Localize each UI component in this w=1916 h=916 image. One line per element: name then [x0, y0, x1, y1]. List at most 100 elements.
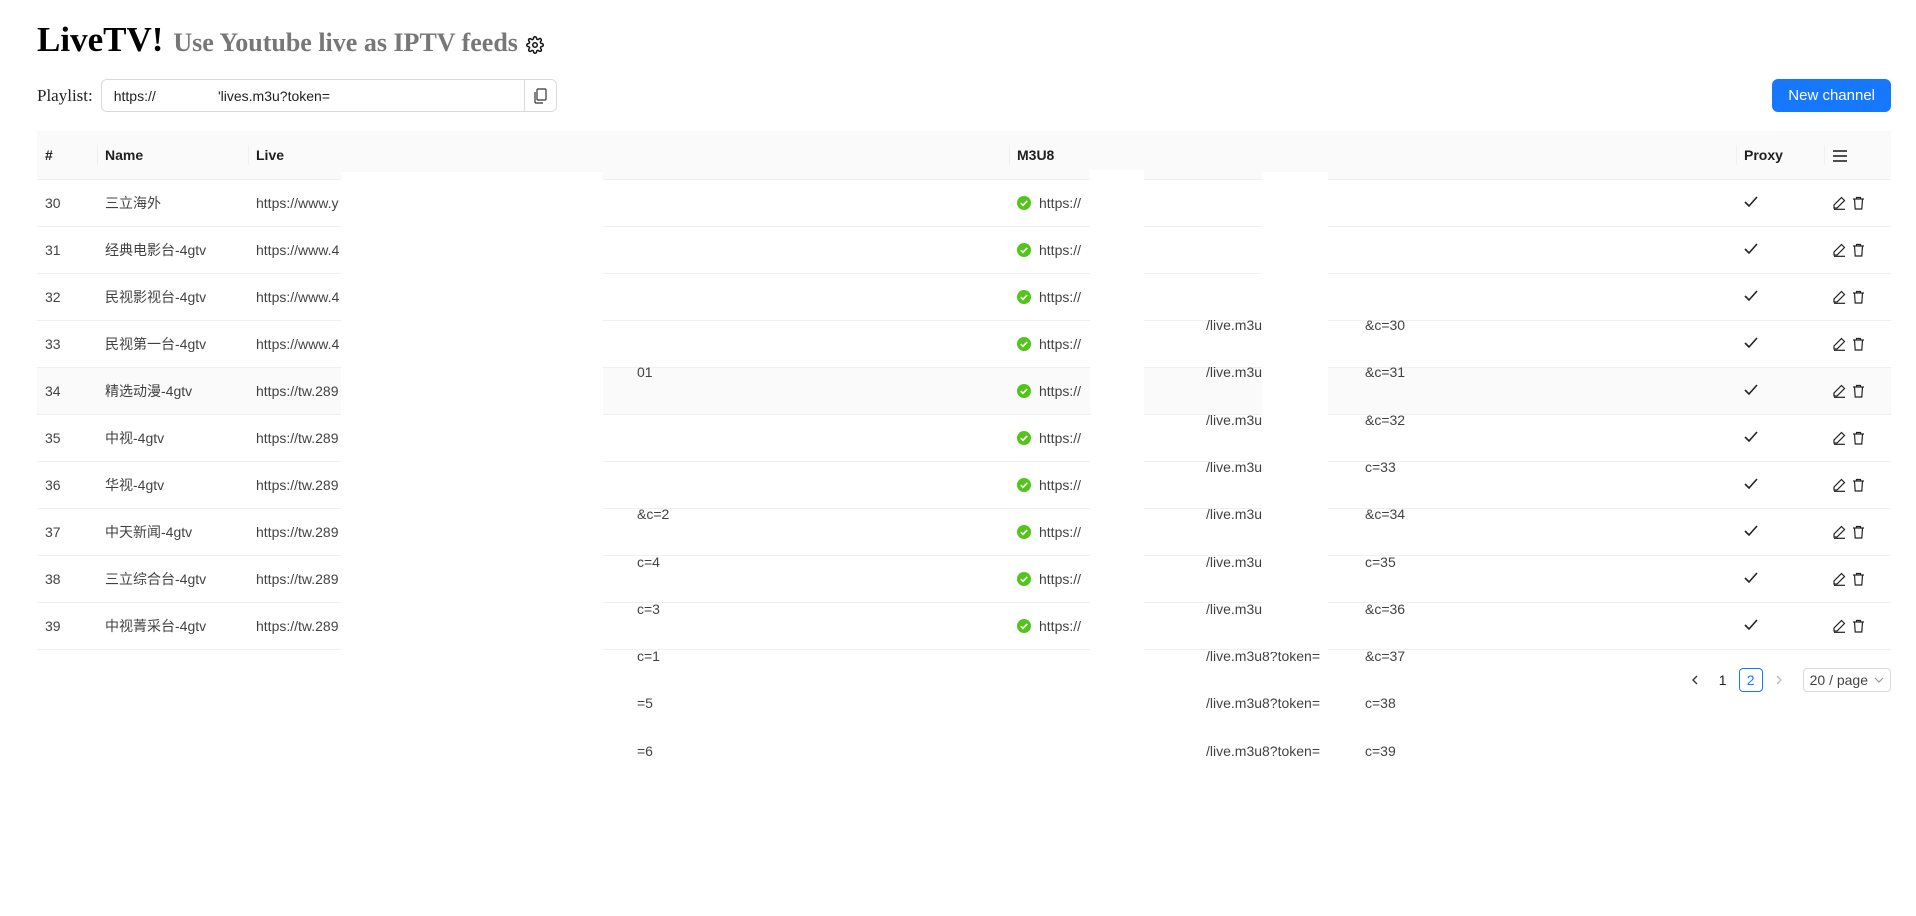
row-live-url: https://tw.289: [256, 430, 339, 446]
page-header: LiveTV! Use Youtube live as IPTV feeds: [37, 18, 544, 62]
menu-icon[interactable]: [1832, 149, 1848, 163]
row-live-url: https://tw.289: [256, 524, 339, 540]
delete-icon[interactable]: [1852, 525, 1865, 539]
column-name-label: Name: [105, 147, 144, 163]
page-1-button[interactable]: 1: [1711, 668, 1735, 692]
edit-icon[interactable]: [1832, 196, 1846, 210]
check-icon: [1744, 196, 1758, 208]
check-icon: [1744, 478, 1758, 490]
page-size-select[interactable]: 20 / page: [1802, 668, 1891, 692]
delete-icon[interactable]: [1852, 384, 1865, 398]
check-circle-icon: [1017, 384, 1031, 398]
delete-icon[interactable]: [1852, 619, 1865, 633]
row-live-url-tail: 01: [637, 364, 653, 381]
check-icon: [1744, 243, 1758, 255]
edit-icon[interactable]: [1832, 572, 1846, 586]
table-header-row: # Name Live M3U8 Proxy: [37, 131, 1891, 180]
row-m3u8-url-c: &c=37: [1365, 648, 1406, 665]
row-m3u8-url-a: https://: [1039, 571, 1082, 587]
row-name: 经典电影台-4gtv: [97, 226, 248, 274]
row-live-url: https://tw.289: [256, 618, 339, 634]
edit-icon[interactable]: [1832, 619, 1846, 633]
row-m3u8-url-c: &c=31: [1365, 364, 1406, 381]
gear-icon[interactable]: [525, 36, 544, 54]
row-proxy: [1736, 602, 1824, 650]
delete-icon[interactable]: [1852, 431, 1865, 445]
delete-icon[interactable]: [1852, 290, 1865, 304]
row-m3u8-url-a: https://: [1039, 430, 1082, 446]
redaction-mask: [1090, 170, 1144, 652]
row-m3u8-url-c: c=39: [1365, 742, 1396, 759]
edit-icon[interactable]: [1832, 337, 1846, 351]
row-index: 38: [37, 555, 97, 603]
channels-table: # Name Live M3U8 Proxy 30 三立海外 https://www…: [37, 131, 1891, 759]
next-page-button[interactable]: [1767, 668, 1791, 692]
row-proxy: [1736, 226, 1824, 274]
row-actions: [1824, 367, 1891, 415]
row-live-url: https://www.4: [256, 336, 340, 352]
edit-icon[interactable]: [1832, 431, 1846, 445]
table-row: 37 中天新闻-4gtv https://tw.289 c=1 https:///liv…: [37, 508, 1891, 664]
row-proxy: [1736, 461, 1824, 509]
table-row: 36华视-4gtvhttps://tw.289c=3https:///live.…: [37, 461, 1891, 617]
row-index: 30: [37, 179, 97, 227]
row-m3u8-url-a: https://: [1039, 242, 1082, 258]
check-icon: [1744, 384, 1758, 396]
check-circle-icon: [1017, 290, 1031, 304]
row-name: 中天新闻-4gtv: [97, 508, 248, 556]
check-icon: [1744, 525, 1758, 537]
check-icon: [1744, 619, 1758, 631]
row-proxy: [1736, 367, 1824, 415]
row-live-url: https://www.y: [256, 195, 339, 211]
row-live-url-tail: c=3: [637, 600, 660, 617]
copy-icon[interactable]: [523, 80, 556, 111]
column-index: #: [37, 131, 97, 180]
check-icon: [1744, 290, 1758, 302]
row-m3u8-url-c: &c=30: [1365, 317, 1406, 333]
table-row: 32民视影视台-4gtvhttps://www.4https:///live.m…: [37, 273, 1891, 428]
row-live-url: https://www.4: [256, 242, 340, 258]
row-live-url: https://tw.289: [256, 383, 339, 399]
row-m3u8-url-c: &c=36: [1365, 600, 1406, 617]
delete-icon[interactable]: [1852, 337, 1865, 351]
row-actions: [1824, 320, 1891, 368]
playlist-input[interactable]: [101, 80, 524, 111]
row-index: 35: [37, 414, 97, 462]
delete-icon[interactable]: [1852, 196, 1865, 210]
column-actions: [1824, 131, 1891, 180]
check-icon: [1744, 431, 1758, 443]
edit-icon[interactable]: [1832, 478, 1846, 492]
column-m3u8-label: M3U8: [1017, 147, 1055, 163]
table-row: 39 中视菁采台-4gtv https://tw.289 =6 https:// /liv…: [37, 602, 1891, 759]
row-m3u8-url-b: /live.m3u8?token=: [1206, 742, 1321, 759]
row-name: 精选动漫-4gtv: [97, 367, 248, 415]
page-2-button[interactable]: 2: [1738, 668, 1763, 692]
redaction-mask: [341, 172, 603, 652]
edit-icon[interactable]: [1832, 525, 1846, 539]
edit-icon[interactable]: [1832, 243, 1846, 257]
row-name: 三立综合台-4gtv: [97, 555, 248, 603]
row-live-url: https://www.4: [256, 289, 340, 305]
playlist-field: [100, 79, 557, 112]
row-actions: [1824, 461, 1891, 509]
delete-icon[interactable]: [1852, 243, 1865, 257]
edit-icon[interactable]: [1832, 290, 1846, 304]
column-proxy: Proxy: [1736, 131, 1824, 180]
delete-icon[interactable]: [1852, 572, 1865, 586]
row-actions: [1824, 508, 1891, 556]
new-channel-button[interactable]: New channel: [1772, 79, 1891, 112]
edit-icon[interactable]: [1832, 384, 1846, 398]
delete-icon[interactable]: [1852, 478, 1865, 492]
table-row: 35中视-4gtvhttps://tw.289c=4https:///live.…: [37, 414, 1891, 570]
table-row: 38 三立综合台-4gtv https://tw.289 =5 https:// /liv…: [37, 555, 1891, 711]
row-actions: [1824, 226, 1891, 274]
check-circle-icon: [1017, 478, 1031, 492]
column-live-label: Live: [256, 147, 285, 163]
row-index: 34: [37, 367, 97, 415]
chevron-down-icon: [1874, 677, 1884, 683]
check-circle-icon: [1017, 431, 1031, 445]
row-live-url-tail: c=4: [637, 553, 660, 570]
row-m3u8-url-a: https://: [1039, 195, 1082, 211]
prev-page-button[interactable]: [1683, 668, 1707, 692]
check-circle-icon: [1017, 572, 1031, 586]
